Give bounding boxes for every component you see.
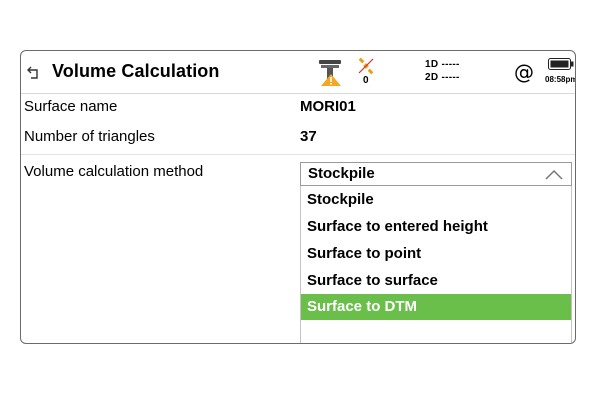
method-dropdown-value: Stockpile	[308, 165, 375, 182]
option-surface-to-dtm[interactable]: Surface to DTM	[301, 294, 571, 320]
satellite-count: 0	[363, 75, 369, 86]
at-icon[interactable]: @	[514, 60, 534, 84]
page-title: Volume Calculation	[52, 61, 220, 81]
option-surface-to-point[interactable]: Surface to point	[301, 241, 571, 267]
back-icon[interactable]	[25, 64, 41, 80]
title-bar: Volume Calculation 0 1D ----- 2D ----- @…	[21, 51, 575, 94]
surface-name-label: Surface name	[24, 98, 118, 115]
satellite-icon[interactable]	[357, 57, 375, 75]
device-screen: Volume Calculation 0 1D ----- 2D ----- @…	[20, 50, 576, 344]
divider	[21, 154, 575, 155]
precision-2d: 2D -----	[425, 72, 460, 83]
triangles-value: 37	[300, 128, 317, 145]
clock: 08:58pm	[545, 75, 576, 84]
option-surface-to-surface[interactable]: Surface to surface	[301, 268, 571, 294]
precision-1d: 1D -----	[425, 59, 460, 70]
method-label: Volume calculation method	[24, 163, 204, 180]
method-dropdown[interactable]: Stockpile	[300, 162, 572, 186]
method-options-list: Stockpile Surface to entered height Surf…	[300, 186, 572, 343]
chevron-up-icon[interactable]	[545, 168, 563, 180]
option-stockpile[interactable]: Stockpile	[301, 187, 571, 213]
surface-name-value: MORI01	[300, 98, 356, 115]
triangles-label: Number of triangles	[24, 128, 155, 145]
battery-icon[interactable]	[548, 58, 574, 70]
option-surface-to-entered-height[interactable]: Surface to entered height	[301, 214, 571, 240]
gnss-receiver-warning-icon[interactable]	[317, 57, 343, 87]
